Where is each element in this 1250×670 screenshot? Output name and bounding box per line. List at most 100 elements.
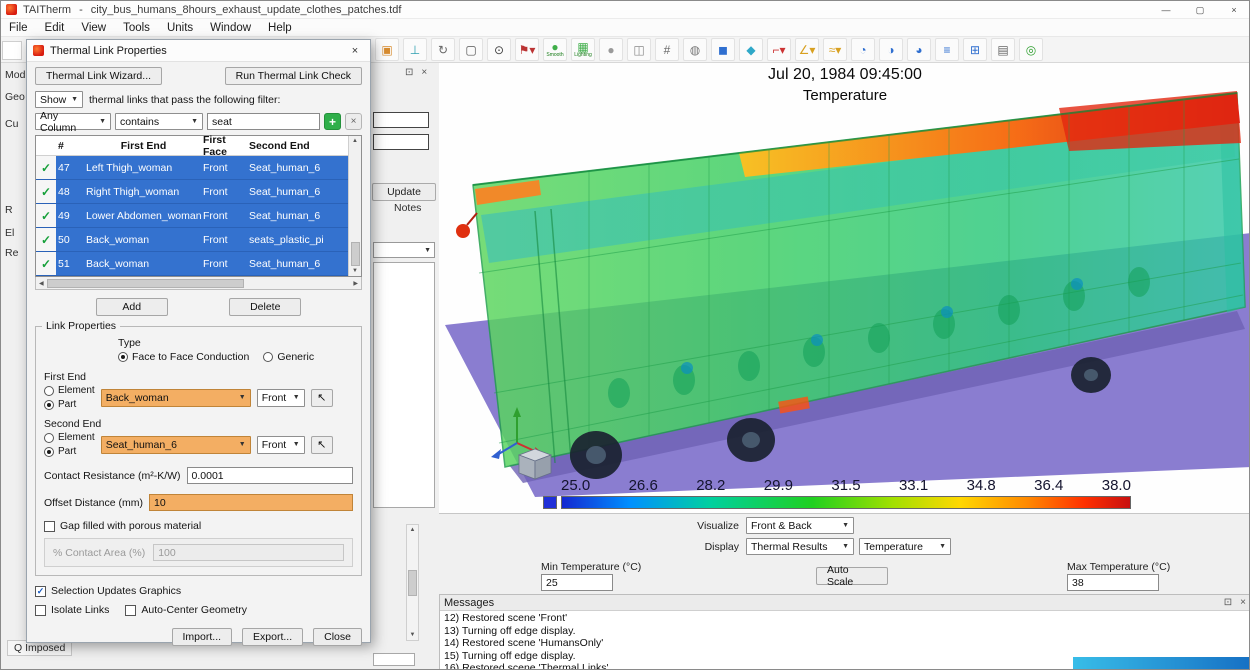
time-back-icon[interactable]: ◔ [851,38,875,61]
close-button[interactable]: Close [313,628,362,646]
menu-item[interactable]: Tools [123,22,150,34]
left-panel-label[interactable]: Cu [5,118,18,130]
rotate-view-icon[interactable]: ↻ [431,38,455,61]
shaded-sphere-icon[interactable]: ● [599,38,623,61]
scroll-thumb[interactable] [408,570,417,596]
list-view-icon[interactable]: ≡ [935,38,959,61]
menu-item[interactable]: View [81,22,106,34]
second-end-face-select[interactable]: Front ▼ [257,436,305,454]
panel-close-icon[interactable]: × [1240,597,1246,608]
measure-curve-icon[interactable]: ≈▾ [823,38,847,61]
scroll-down-icon[interactable]: ▼ [410,632,416,638]
table-header[interactable]: # First End First Face Second End [36,136,361,156]
menu-item[interactable]: Edit [45,22,65,34]
scroll-thumb[interactable] [351,242,360,266]
scroll-up-icon[interactable]: ▲ [352,138,358,144]
thermal-link-wizard-button[interactable]: Thermal Link Wizard... [35,67,162,85]
panel-float-icon[interactable]: ⊡ [405,67,413,78]
table-row[interactable]: ✓ 48 Right Thigh_woman Front Seat_human_… [36,180,348,204]
display-mode-select[interactable]: Thermal Results ▼ [746,538,854,555]
scroll-right-icon[interactable]: ▶ [353,280,358,287]
second-end-element-radio[interactable]: Element [44,432,95,443]
menu-item[interactable]: Help [268,22,292,34]
lighting-icon[interactable]: ▦ Lighting [571,38,595,61]
second-end-part-radio[interactable]: Part [44,446,95,457]
table-vertical-scrollbar[interactable]: ▲ ▼ [348,136,361,276]
first-end-pick-button[interactable]: ↖ [311,389,333,407]
filter-column-select[interactable]: Any Column ▼ [35,113,111,130]
add-filter-icon[interactable]: + [324,113,341,130]
radio-face-to-face[interactable]: Face to Face Conduction [118,351,249,363]
zoom-select-icon[interactable]: ⊙ [487,38,511,61]
maximize-icon[interactable]: ▢ [1183,1,1217,19]
filter-value-input[interactable]: seat [207,113,320,130]
menu-item[interactable]: File [9,22,28,34]
table-row[interactable]: ✓ 49 Lower Abdomen_woman Front Seat_huma… [36,204,348,228]
left-panel-label[interactable]: El [5,227,14,239]
display-variable-select[interactable]: Temperature ▼ [859,538,951,555]
filter-operator-select[interactable]: contains ▼ [115,113,203,130]
gap-filled-checkbox[interactable]: Gap filled with porous material [44,520,353,532]
left-panel-label[interactable]: Re [5,247,18,259]
report-icon[interactable]: ▤ [991,38,1015,61]
dialog-close-icon[interactable]: × [346,45,364,57]
panel-field-fragment[interactable] [373,112,429,128]
wire-cube-icon[interactable]: ◫ [627,38,651,61]
panel-field-fragment[interactable] [373,653,415,666]
fly-mode-icon[interactable]: ◆ [739,38,763,61]
radio-generic[interactable]: Generic [263,351,314,363]
table-row[interactable]: ✓ 47 Left Thigh_woman Front Seat_human_6 [36,156,348,180]
add-button[interactable]: Add [96,298,168,316]
measure-length-icon[interactable]: ⌐▾ [767,38,791,61]
viewport-3d[interactable]: Jul 20, 1984 09:45:00 Temperature 25.0 2… [439,63,1250,513]
measure-angle-icon[interactable]: ∠▾ [795,38,819,61]
left-panel-label[interactable]: Mod [5,69,25,81]
panel-combo-fragment[interactable]: ▼ [373,242,435,258]
scroll-thumb[interactable] [47,279,245,288]
isolate-links-checkbox[interactable]: Isolate Links [35,604,109,616]
globe-icon[interactable]: ◍ [683,38,707,61]
import-button[interactable]: Import... [172,628,233,646]
second-end-pick-button[interactable]: ↖ [311,436,333,454]
first-end-face-select[interactable]: Front ▼ [257,389,305,407]
second-end-part-select[interactable]: Seat_human_6 ▼ [101,436,251,454]
time-forward-icon[interactable]: ◕ [907,38,931,61]
table-row[interactable]: ✓ 51 Back_woman Front Seat_human_6 [36,252,348,276]
probe-flag-icon[interactable]: ⚑▾ [515,38,539,61]
scroll-left-icon[interactable]: ◀ [39,280,44,287]
export-button[interactable]: Export... [242,628,303,646]
first-end-part-select[interactable]: Back_woman ▼ [101,389,251,407]
left-panel-label[interactable]: R [5,204,13,216]
selection-updates-graphics-checkbox[interactable]: ✓ Selection Updates Graphics [35,585,362,597]
close-icon[interactable]: × [1217,1,1250,19]
left-panel-label[interactable]: Geo [5,91,25,103]
show-select[interactable]: Show ▼ [35,91,83,108]
view-cube-icon[interactable]: ◼ [711,38,735,61]
max-temperature-field[interactable]: 38 [1067,574,1159,591]
table-row[interactable]: ✓ 50 Back_woman Front seats_plastic_pi [36,228,348,252]
menu-item[interactable]: Units [167,22,193,34]
offset-distance-field[interactable]: 10 [149,494,353,511]
time-current-icon[interactable]: ◑ [879,38,903,61]
table-view-icon[interactable]: ⊞ [963,38,987,61]
clear-filter-icon[interactable]: × [345,113,362,130]
bus-thermal-render[interactable] [439,63,1250,513]
smooth-shading-icon[interactable]: ● Smooth [543,38,567,61]
run-thermal-link-check-button[interactable]: Run Thermal Link Check [225,67,362,85]
auto-scale-button[interactable]: Auto Scale [816,567,888,585]
dialog-titlebar[interactable]: Thermal Link Properties × [27,40,370,62]
panel-close-icon[interactable]: × [421,67,427,78]
delete-button[interactable]: Delete [229,298,301,316]
minimize-icon[interactable]: — [1149,1,1183,19]
first-end-part-radio[interactable]: Part [44,399,95,410]
table-horizontal-scrollbar[interactable]: ◀ ▶ [35,277,362,290]
panel-field-fragment[interactable] [373,134,429,150]
update-button[interactable]: Update [372,183,436,201]
panel-float-icon[interactable]: ⊡ [1224,597,1232,608]
pin-view-icon[interactable]: ⊥ [403,38,427,61]
contact-resistance-field[interactable]: 0.0001 [187,467,353,484]
mesh-grid-icon[interactable]: # [655,38,679,61]
record-icon[interactable]: ◎ [1019,38,1043,61]
menu-item[interactable]: Window [210,22,251,34]
visualize-select[interactable]: Front & Back ▼ [746,517,854,534]
